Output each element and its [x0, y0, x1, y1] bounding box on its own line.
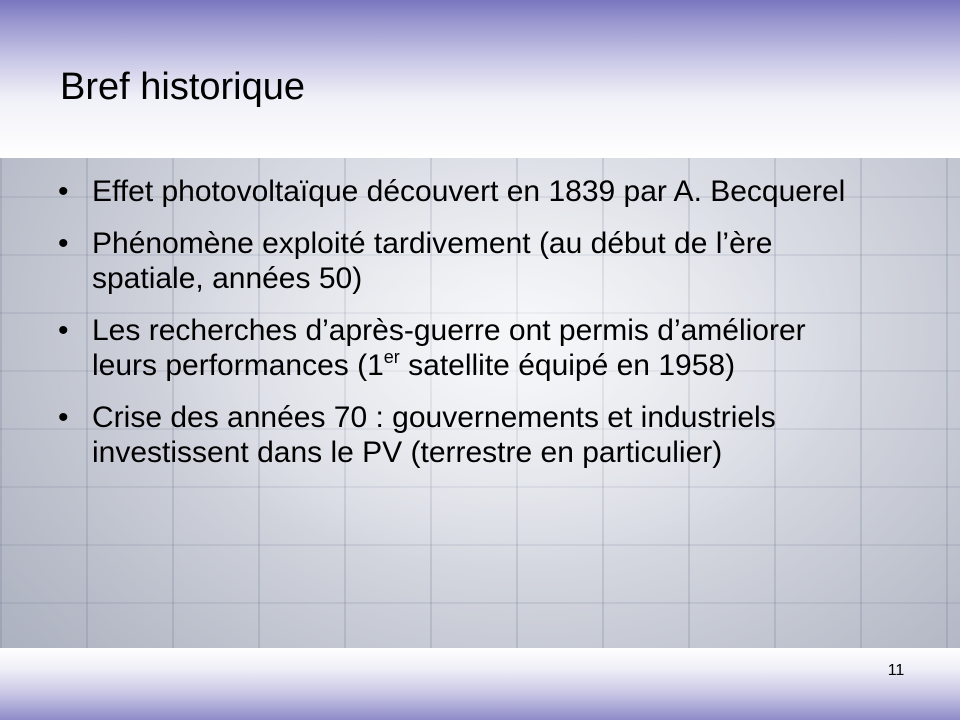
bullet-item: • Phénomène exploité tardivement (au déb…: [48, 226, 878, 296]
footer-band: [0, 648, 960, 720]
bullet-dot-icon: •: [58, 227, 69, 260]
slide-title: Bref historique: [60, 66, 306, 108]
bullet-text-part: satellite équipé en 1958): [399, 349, 736, 382]
bullet-text: Crise des années 70 : gouvernements et i…: [92, 401, 776, 469]
bullet-text: Les recherches d’après-guerre ont permis…: [92, 314, 806, 382]
bullet-item: • Effet photovoltaïque découvert en 1839…: [48, 174, 878, 209]
slide: Bref historique • Effet photovoltaïque d…: [0, 0, 960, 720]
bullet-text: Phénomène exploité tardivement (au début…: [92, 227, 773, 295]
bullet-text: Effet photovoltaïque découvert en 1839 p…: [92, 175, 846, 208]
bullet-item: • Crise des années 70 : gouvernements et…: [48, 400, 878, 470]
bullet-list: • Effet photovoltaïque découvert en 1839…: [48, 174, 878, 487]
page-number: 11: [887, 662, 905, 679]
bullet-dot-icon: •: [58, 175, 69, 208]
bullet-dot-icon: •: [58, 314, 69, 347]
bullet-dot-icon: •: [58, 401, 69, 434]
bullet-item: • Les recherches d’après-guerre ont perm…: [48, 313, 878, 383]
superscript: er: [383, 347, 400, 367]
